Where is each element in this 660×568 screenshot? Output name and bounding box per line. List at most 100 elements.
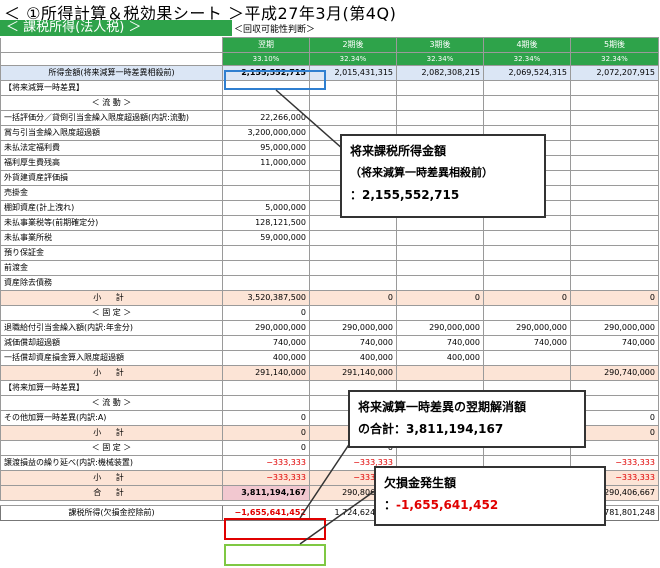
value-cell[interactable]	[483, 260, 571, 276]
value-cell[interactable]: 400,000	[396, 350, 484, 366]
row-label[interactable]: その他加算一時差異(内訳:A)	[0, 410, 223, 426]
value-cell[interactable]	[396, 80, 484, 96]
value-cell[interactable]	[570, 215, 659, 231]
row-label[interactable]: 小 計	[0, 365, 223, 381]
value-cell[interactable]: 5,000,000	[222, 200, 310, 216]
value-cell[interactable]: −333,333	[222, 455, 310, 471]
row-label[interactable]: 未払事業税等(前期確定分)	[0, 215, 223, 231]
value-cell[interactable]	[570, 260, 659, 276]
row-label[interactable]: 賞与引当金繰入限度超過額	[0, 125, 223, 141]
value-cell[interactable]	[222, 275, 310, 291]
value-cell[interactable]	[483, 275, 571, 291]
value-cell[interactable]	[396, 365, 484, 381]
value-cell[interactable]: 0	[483, 290, 571, 306]
value-cell[interactable]	[570, 125, 659, 141]
row-label[interactable]: 譲渡損益の繰り延べ(内訳:機械装置)	[0, 455, 223, 471]
value-cell[interactable]: 740,000	[222, 335, 310, 351]
value-cell[interactable]: 0	[570, 290, 659, 306]
value-cell[interactable]	[483, 95, 571, 111]
value-cell[interactable]: 400,000	[222, 350, 310, 366]
value-cell[interactable]	[222, 185, 310, 201]
value-cell[interactable]	[222, 380, 310, 396]
value-cell[interactable]	[309, 110, 397, 126]
tax-rate-cell[interactable]: 32.34%	[570, 52, 659, 66]
row-label[interactable]: ＜ 流 動 ＞	[0, 395, 223, 411]
value-cell[interactable]	[396, 260, 484, 276]
value-cell[interactable]	[309, 305, 397, 321]
row-label[interactable]: 合 計	[0, 485, 223, 501]
row-label[interactable]: 一括評価分／貸倒引当金繰入限度超過額(内訳:流動)	[0, 110, 223, 126]
value-cell[interactable]: 2,072,207,915	[570, 65, 659, 81]
value-cell[interactable]	[483, 110, 571, 126]
row-label[interactable]: 所得金額(将来減算一時差異相殺前)	[0, 65, 223, 81]
row-label[interactable]: 外貨建資産評価損	[0, 170, 223, 186]
value-cell[interactable]	[309, 260, 397, 276]
row-label[interactable]: 小 計	[0, 470, 223, 486]
row-label[interactable]: 小 計	[0, 425, 223, 441]
value-cell[interactable]	[483, 80, 571, 96]
value-cell[interactable]	[222, 260, 310, 276]
row-label[interactable]: 福利厚生費残高	[0, 155, 223, 171]
value-cell[interactable]	[570, 230, 659, 246]
value-cell[interactable]: 740,000	[483, 335, 571, 351]
value-cell[interactable]: 3,200,000,000	[222, 125, 310, 141]
row-label[interactable]: 【将来加算一時差異】	[0, 380, 223, 396]
row-label[interactable]: 小 計	[0, 290, 223, 306]
value-cell[interactable]: 22,266,000	[222, 110, 310, 126]
value-cell[interactable]	[483, 245, 571, 261]
row-label[interactable]: 退職給付引当金繰入額(内訳:年金分)	[0, 320, 223, 336]
value-cell[interactable]	[396, 95, 484, 111]
value-cell[interactable]: 290,740,000	[570, 365, 659, 381]
row-label[interactable]: ＜ 固 定 ＞	[0, 305, 223, 321]
row-label[interactable]: ＜ 固 定 ＞	[0, 440, 223, 456]
value-cell[interactable]	[483, 305, 571, 321]
period-header[interactable]: 翌期	[222, 37, 310, 53]
value-cell[interactable]	[570, 110, 659, 126]
row-label[interactable]: 売掛金	[0, 185, 223, 201]
value-cell[interactable]: 290,000,000	[396, 320, 484, 336]
period-header[interactable]: 4期後	[483, 37, 571, 53]
value-cell[interactable]	[309, 95, 397, 111]
value-cell[interactable]: 0	[222, 410, 310, 426]
value-cell[interactable]	[396, 230, 484, 246]
value-cell[interactable]	[222, 170, 310, 186]
value-cell[interactable]: 400,000	[309, 350, 397, 366]
row-label[interactable]: 棚卸資産(計上洩れ)	[0, 200, 223, 216]
value-cell[interactable]: 0	[222, 425, 310, 441]
value-cell[interactable]	[570, 275, 659, 291]
value-cell[interactable]: 0	[309, 290, 397, 306]
row-label[interactable]: 未払事業所税	[0, 230, 223, 246]
value-cell[interactable]	[570, 155, 659, 171]
row-label[interactable]: 課税所得(欠損金控除前)	[0, 505, 223, 521]
value-cell[interactable]: 0	[222, 305, 310, 321]
value-cell[interactable]: 290,000,000	[222, 320, 310, 336]
value-cell[interactable]	[570, 170, 659, 186]
period-header[interactable]: 3期後	[396, 37, 484, 53]
value-cell[interactable]: 2,069,524,315	[483, 65, 571, 81]
value-cell[interactable]: 740,000	[309, 335, 397, 351]
row-label[interactable]: 一括償却資産損金算入限度超過額	[0, 350, 223, 366]
value-cell[interactable]	[483, 230, 571, 246]
value-cell[interactable]: 95,000,000	[222, 140, 310, 156]
value-cell[interactable]	[222, 245, 310, 261]
value-cell[interactable]	[309, 230, 397, 246]
period-header[interactable]: 5期後	[570, 37, 659, 53]
row-label[interactable]: 資産除去債務	[0, 275, 223, 291]
value-cell[interactable]: 740,000	[570, 335, 659, 351]
value-cell[interactable]	[396, 275, 484, 291]
value-cell[interactable]: 3,520,387,500	[222, 290, 310, 306]
value-cell[interactable]: 0	[222, 440, 310, 456]
value-cell[interactable]: 290,000,000	[570, 320, 659, 336]
value-cell[interactable]	[570, 185, 659, 201]
value-cell[interactable]	[483, 365, 571, 381]
value-cell[interactable]	[570, 80, 659, 96]
value-cell[interactable]	[309, 275, 397, 291]
tax-rate-cell[interactable]: 32.34%	[309, 52, 397, 66]
value-cell[interactable]	[570, 305, 659, 321]
row-label[interactable]: 預り保証金	[0, 245, 223, 261]
value-cell[interactable]	[570, 200, 659, 216]
tax-rate-cell[interactable]: 32.34%	[483, 52, 571, 66]
row-label[interactable]: 減価償却超過額	[0, 335, 223, 351]
value-cell[interactable]	[570, 350, 659, 366]
value-cell[interactable]: 11,000,000	[222, 155, 310, 171]
